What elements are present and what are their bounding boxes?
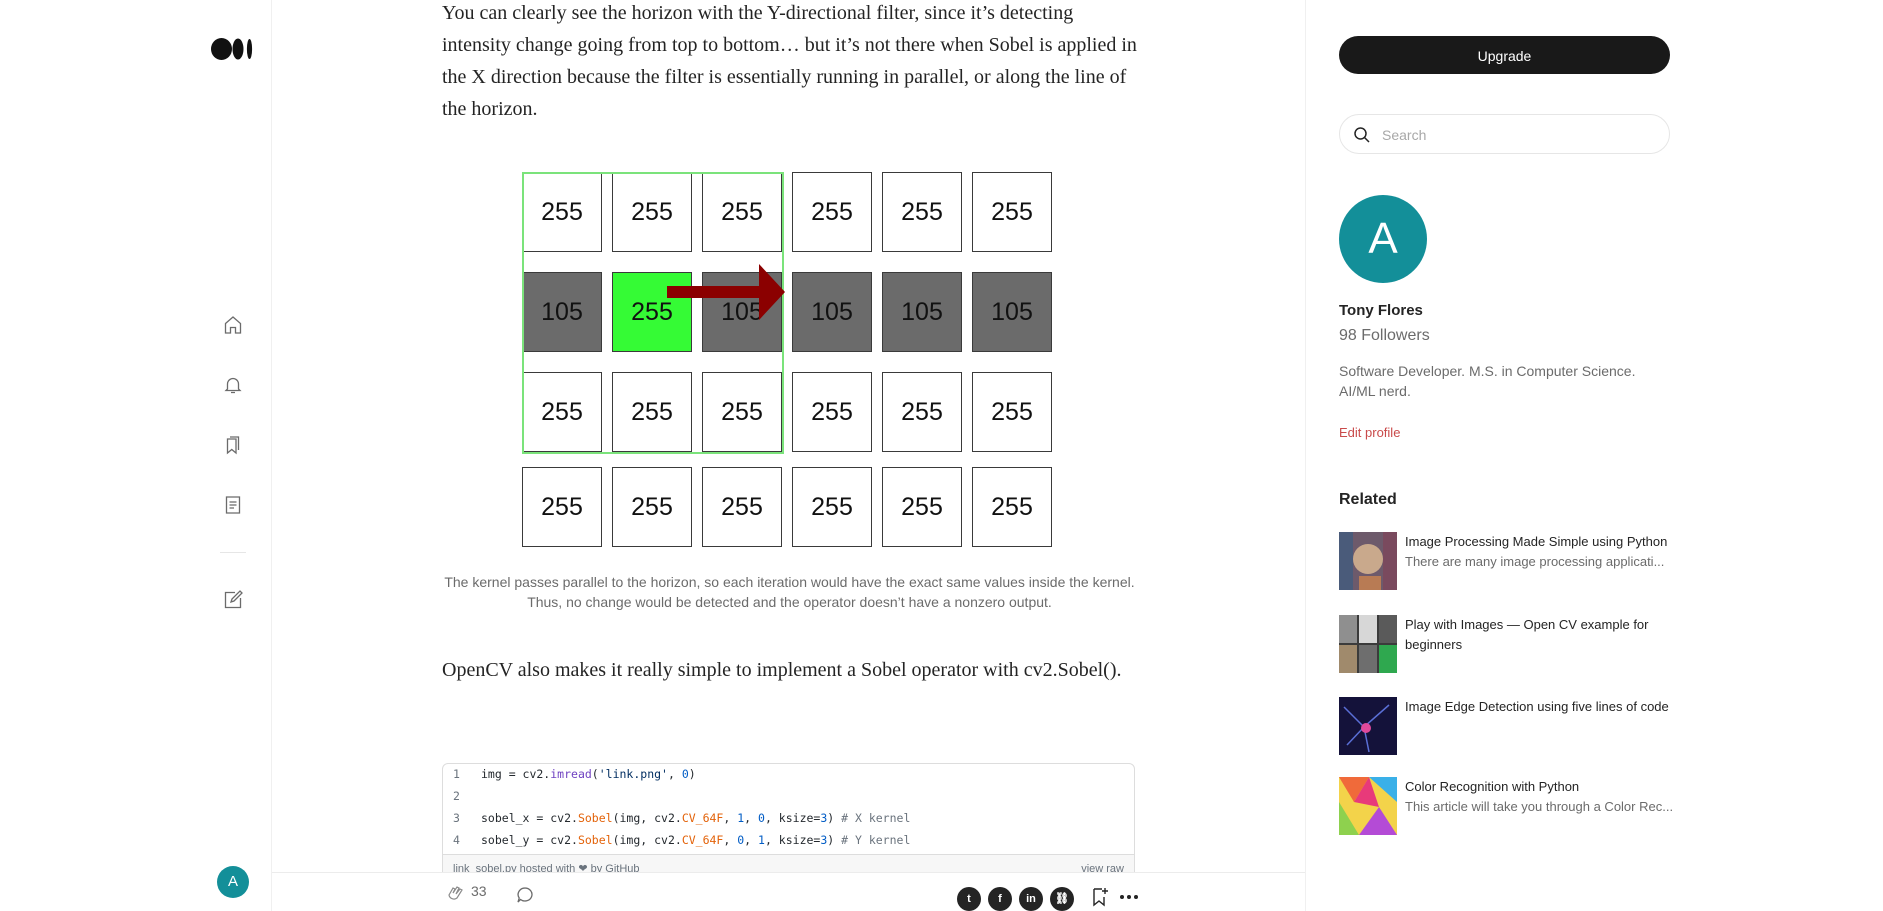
- grid-cell: 255: [882, 172, 962, 252]
- caption-line-1: The kernel passes parallel to the horizo…: [444, 574, 1135, 590]
- related-title[interactable]: Play with Images — Open CV example for b…: [1405, 615, 1680, 655]
- grid-cell: 255: [792, 467, 872, 547]
- related-thumbnail-image: [1339, 532, 1397, 590]
- line-number: 2: [453, 789, 460, 803]
- follower-count[interactable]: 98 Followers: [1339, 327, 1430, 345]
- right-sidebar: Upgrade A Tony Flores 98 Followers Softw…: [1305, 0, 1883, 911]
- related-article[interactable]: Image Edge Detection using five lines of…: [1339, 697, 1679, 757]
- grid-cell: 105: [792, 272, 872, 352]
- bookmarks-icon[interactable]: [221, 433, 245, 457]
- search-box[interactable]: [1339, 114, 1670, 154]
- related-thumbnail-image: [1339, 697, 1397, 755]
- code-line: 1 img = cv2.imread('link.png', 0): [443, 764, 1133, 784]
- article-action-bar: 33 t f in ⛓: [272, 873, 1305, 911]
- grid-cell: 255: [792, 172, 872, 252]
- comment-icon[interactable]: [515, 885, 535, 905]
- figure-caption: The kernel passes parallel to the horizo…: [442, 572, 1137, 612]
- intro-paragraph: You can clearly see the horizon with the…: [442, 2, 1137, 120]
- opencv-paragraph: OpenCV also makes it really simple to im…: [442, 659, 1122, 681]
- edit-profile-link[interactable]: Edit profile: [1339, 425, 1400, 440]
- grid-cell: 255: [612, 467, 692, 547]
- bookmark-add-icon[interactable]: [1090, 886, 1110, 908]
- home-icon[interactable]: [221, 313, 245, 337]
- caption-line-2: Thus, no change would be detected and th…: [527, 594, 1052, 610]
- related-thumbnail-image: [1339, 615, 1397, 673]
- line-number: 4: [453, 833, 460, 847]
- medium-logo-icon[interactable]: [211, 38, 253, 60]
- code-line: 2: [443, 786, 1133, 806]
- related-title[interactable]: Color Recognition with Python: [1405, 777, 1680, 797]
- left-navigation: A: [0, 0, 272, 911]
- stories-icon[interactable]: [221, 493, 245, 517]
- search-input[interactable]: [1380, 123, 1654, 147]
- grid-cell: 255: [972, 467, 1052, 547]
- search-icon: [1354, 127, 1370, 143]
- user-avatar[interactable]: A: [217, 866, 249, 898]
- related-subtitle: This article will take you through a Col…: [1405, 799, 1674, 814]
- grid-cell: 255: [702, 467, 782, 547]
- related-article[interactable]: Image Processing Made Simple using Pytho…: [1339, 532, 1679, 592]
- write-icon[interactable]: [221, 588, 245, 612]
- clap-icon[interactable]: [444, 883, 466, 905]
- related-title[interactable]: Image Processing Made Simple using Pytho…: [1405, 532, 1680, 552]
- related-subtitle: There are many image processing applicat…: [1405, 554, 1665, 569]
- grid-cell: 255: [972, 172, 1052, 252]
- upgrade-button[interactable]: Upgrade: [1339, 36, 1670, 74]
- grid-cell: 105: [972, 272, 1052, 352]
- more-options-icon[interactable]: [1118, 887, 1140, 907]
- line-number: 3: [453, 811, 460, 825]
- copy-link-icon[interactable]: ⛓: [1050, 887, 1074, 911]
- grid-cell: 255: [882, 372, 962, 452]
- twitter-share-icon[interactable]: t: [957, 887, 981, 911]
- clap-count: 33: [471, 883, 487, 899]
- author-bio: Software Developer. M.S. in Computer Sci…: [1339, 363, 1636, 399]
- related-article[interactable]: Color Recognition with Python This artic…: [1339, 777, 1679, 837]
- kernel-figure: 255 255 255 255 255 255 105 255 105 105 105 105 255 2…: [522, 172, 1082, 552]
- related-thumbnail-image: [1339, 777, 1397, 835]
- grid-cell: 255: [522, 467, 602, 547]
- grid-cell: 255: [972, 372, 1052, 452]
- nav-divider: [220, 552, 246, 553]
- grid-cell: 255: [792, 372, 872, 452]
- facebook-share-icon[interactable]: f: [988, 887, 1012, 911]
- author-avatar[interactable]: A: [1339, 195, 1427, 283]
- grid-cell: 105: [882, 272, 962, 352]
- author-name[interactable]: Tony Flores: [1339, 302, 1423, 319]
- related-title[interactable]: Image Edge Detection using five lines of…: [1405, 697, 1680, 717]
- line-number: 1: [453, 767, 460, 781]
- direction-arrow-icon: [667, 264, 785, 320]
- bell-icon[interactable]: [221, 373, 245, 397]
- linkedin-share-icon[interactable]: in: [1019, 887, 1043, 911]
- code-line: 4 sobel_y = cv2.Sobel(img, cv2.CV_64F, 0…: [443, 830, 1133, 850]
- related-article[interactable]: Play with Images — Open CV example for b…: [1339, 615, 1679, 675]
- code-line: 3 sobel_x = cv2.Sobel(img, cv2.CV_64F, 1…: [443, 808, 1133, 828]
- grid-cell: 255: [882, 467, 962, 547]
- related-heading: Related: [1339, 491, 1397, 508]
